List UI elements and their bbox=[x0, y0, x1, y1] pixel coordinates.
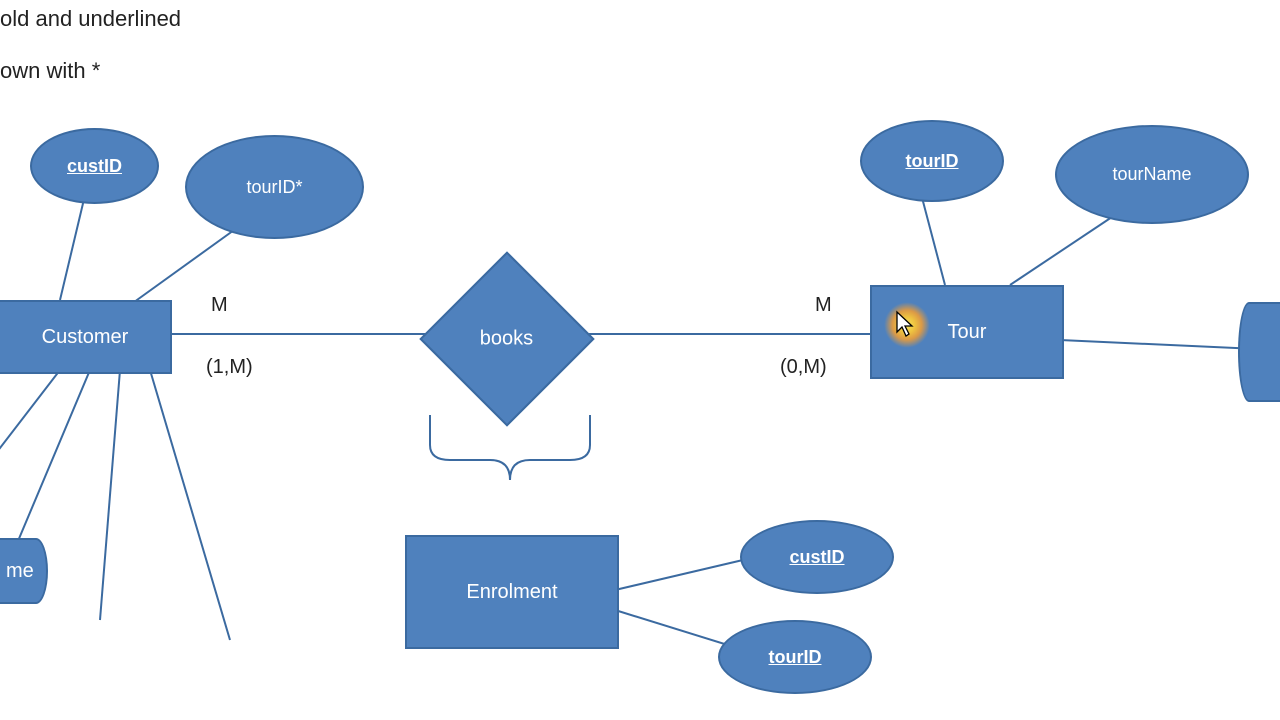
attr-enrol-tourid[interactable]: tourID bbox=[718, 620, 872, 694]
er-diagram-canvas: { "notes": { "line1": "old and underline… bbox=[0, 0, 1280, 720]
cardinality-customer-1m: (1,M) bbox=[206, 356, 253, 379]
attr-enrol-custid[interactable]: custID bbox=[740, 520, 894, 594]
attr-custid-label: custID bbox=[67, 156, 122, 177]
note-line-1: old and underlined bbox=[0, 6, 181, 32]
entity-tour[interactable]: Tour bbox=[870, 285, 1064, 379]
attr-right-cut[interactable] bbox=[1238, 302, 1280, 402]
attr-tourid-label: tourID bbox=[906, 151, 959, 172]
relationship-books[interactable]: books bbox=[445, 277, 565, 397]
entity-customer-label: Customer bbox=[42, 326, 129, 349]
attr-tourid-fk[interactable]: tourID* bbox=[185, 135, 364, 239]
entity-enrolment-label: Enrolment bbox=[466, 581, 557, 604]
relationship-books-label: books bbox=[480, 328, 533, 351]
entity-enrolment[interactable]: Enrolment bbox=[405, 535, 619, 649]
attr-enrol-custid-label: custID bbox=[789, 547, 844, 568]
cardinality-tour-m: M bbox=[815, 294, 832, 317]
cardinality-customer-m: M bbox=[211, 294, 228, 317]
attr-tourid[interactable]: tourID bbox=[860, 120, 1004, 202]
attr-tourid-fk-label: tourID* bbox=[246, 177, 302, 198]
cardinality-tour-0m: (0,M) bbox=[780, 356, 827, 379]
attr-left-cut[interactable]: me bbox=[0, 538, 48, 604]
connector-lines bbox=[0, 0, 1280, 720]
note-line-2: own with * bbox=[0, 58, 100, 84]
attr-custid[interactable]: custID bbox=[30, 128, 159, 204]
attr-tourname-label: tourName bbox=[1112, 164, 1191, 185]
attr-left-cut-label: me bbox=[6, 560, 34, 583]
attr-enrol-tourid-label: tourID bbox=[769, 647, 822, 668]
attr-tourname[interactable]: tourName bbox=[1055, 125, 1249, 224]
entity-customer[interactable]: Customer bbox=[0, 300, 172, 374]
entity-tour-label: Tour bbox=[948, 321, 987, 344]
